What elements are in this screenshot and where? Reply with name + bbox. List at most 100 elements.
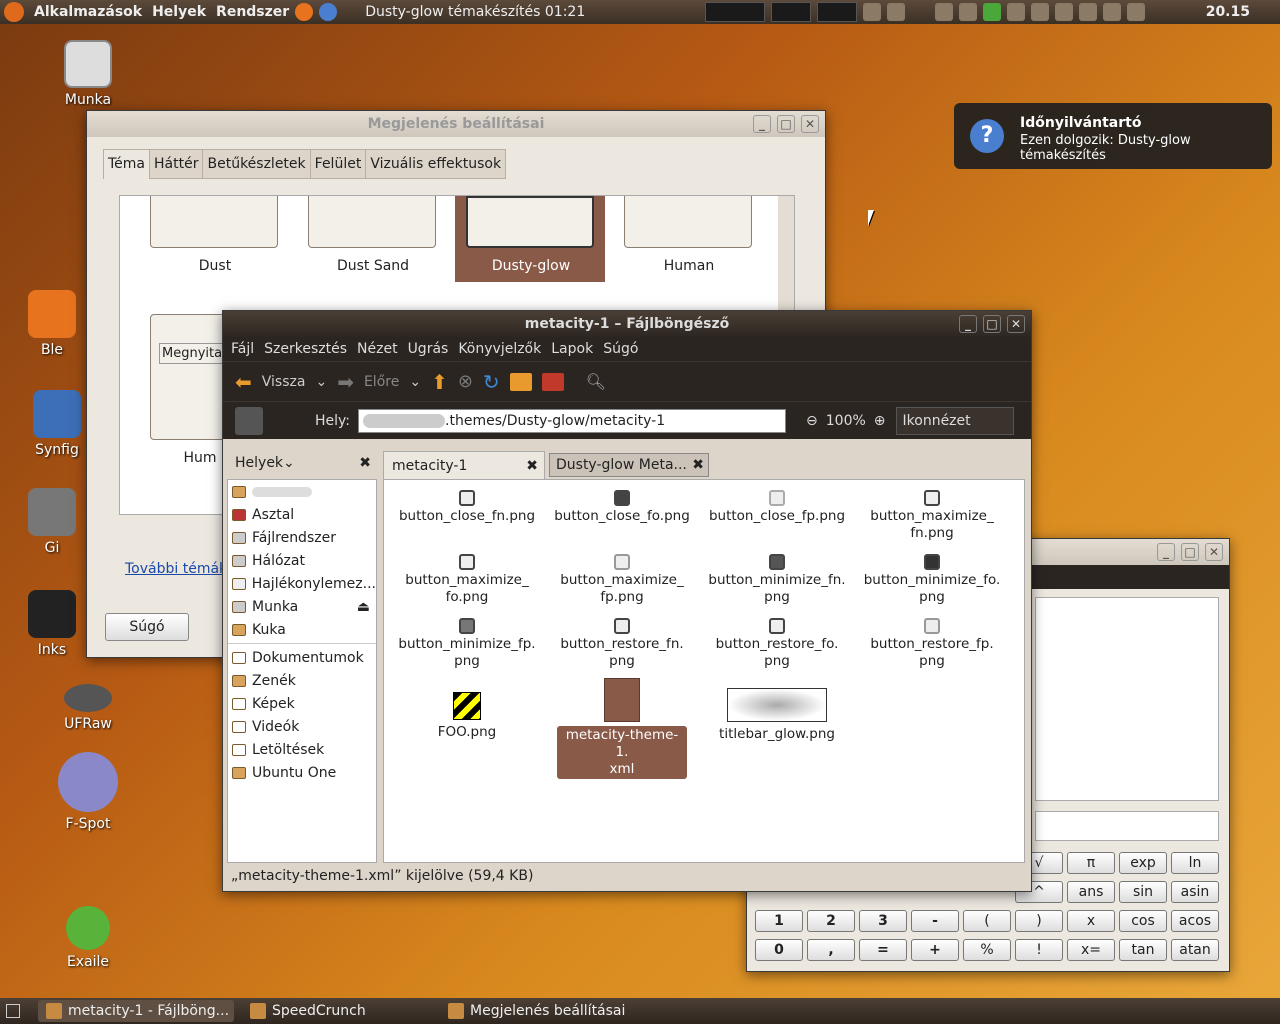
desktop-icon-blender[interactable]: Ble (12, 290, 92, 358)
play-icon[interactable] (983, 3, 1002, 21)
calc-btn-2[interactable]: 2 (807, 910, 855, 932)
tab-close-icon[interactable]: ✖ (526, 458, 538, 474)
sidebar-item-filesystem[interactable]: Fájlrendszer (228, 526, 376, 549)
tab-close-icon[interactable]: ✖ (692, 457, 704, 473)
bookmark-pictures[interactable]: Képek (228, 692, 376, 715)
calc-btn-cos[interactable]: cos (1119, 910, 1167, 932)
clock[interactable]: 20.15 (1206, 4, 1250, 20)
sidebar-item-floppy[interactable]: Hajlékonylemez... (228, 572, 376, 595)
location-input[interactable]: .themes/Dusty-glow/metacity-1 (358, 408, 787, 433)
taskbar-item-appearance[interactable]: Megjelenés beállításai (440, 1000, 640, 1022)
bookmark-documents[interactable]: Dokumentumok (228, 646, 376, 669)
calc-btn-0[interactable]: 0 (755, 939, 803, 961)
menu-system[interactable]: Rendszer (216, 4, 289, 20)
file-item[interactable]: button_maximize_ fn.png (857, 490, 1007, 542)
app-indicator-icon[interactable] (935, 3, 954, 21)
sidebar-item-home[interactable] (228, 480, 376, 503)
home-folder-icon[interactable] (509, 372, 532, 391)
calc-btn-rparen[interactable]: ) (1015, 910, 1063, 932)
maximize-icon[interactable]: □ (1181, 543, 1199, 561)
desktop-icon-munka[interactable]: Munka (38, 40, 138, 108)
desktop-icon-fspot[interactable]: F-Spot (38, 752, 138, 832)
menu-edit[interactable]: Szerkesztés (264, 341, 347, 357)
calc-btn-factorial[interactable]: ! (1015, 939, 1063, 961)
calc-btn-tan[interactable]: tan (1119, 939, 1167, 961)
desktop-icon-exaile[interactable]: Exaile (38, 906, 138, 970)
sidebar-item-desktop[interactable]: Asztal (228, 503, 376, 526)
menu-help[interactable]: Súgó (603, 341, 638, 357)
file-item[interactable]: button_close_fo.png (547, 490, 697, 525)
file-browser-titlebar[interactable]: metacity-1 – Fájlböngésző _ □ ✕ (223, 311, 1031, 337)
bookmark-downloads[interactable]: Letöltések (228, 738, 376, 761)
calc-btn-ln[interactable]: ln (1171, 852, 1219, 874)
zoom-in-icon[interactable]: ⊕ (874, 413, 886, 429)
stop-icon[interactable]: ⊗ (458, 371, 473, 392)
menu-places[interactable]: Helyek (152, 4, 206, 20)
taskbar-item-speedcrunch[interactable]: SpeedCrunch (242, 1000, 432, 1022)
bookmark-music[interactable]: Zenék (228, 669, 376, 692)
time-tracker-label[interactable]: Dusty-glow témakészítés 01:21 (365, 4, 585, 20)
network-tools-icon[interactable] (959, 3, 978, 21)
theme-thumb-dust-sand[interactable] (308, 196, 436, 248)
mail-icon[interactable] (1127, 3, 1146, 21)
desktop-icon-inkscape[interactable]: Inks (12, 590, 92, 658)
sidebar-item-network[interactable]: Hálózat (228, 549, 376, 572)
menu-go[interactable]: Ugrás (408, 341, 449, 357)
tab-metacity-1[interactable]: metacity-1 ✖ (383, 451, 545, 479)
file-item[interactable]: FOO.png (392, 692, 542, 741)
file-item[interactable]: button_minimize_fn. png (702, 554, 852, 606)
calc-btn-pi[interactable]: π (1067, 852, 1115, 874)
menu-applications[interactable]: Alkalmazások (34, 4, 142, 20)
theme-label-dusty-glow[interactable]: Dusty-glow (456, 258, 606, 274)
calc-btn-percent[interactable]: % (963, 939, 1011, 961)
tab-visual-effects[interactable]: Vizuális effektusok (365, 149, 507, 179)
theme-thumb-dust[interactable] (150, 196, 278, 248)
desktop-icon-gimp[interactable]: Gi (12, 488, 92, 556)
back-history-chevron-icon[interactable]: ⌄ (315, 374, 327, 390)
workspace-switcher-icon[interactable] (863, 3, 882, 21)
bookmark-videos[interactable]: Videók (228, 715, 376, 738)
calc-btn-1[interactable]: 1 (755, 910, 803, 932)
file-item[interactable]: button_close_fp.png (702, 490, 852, 525)
theme-thumb-human[interactable] (624, 196, 752, 248)
eject-icon[interactable]: ⏏ (357, 599, 370, 615)
file-item[interactable]: button_restore_fo. png (702, 618, 852, 670)
sidebar-item-trash[interactable]: Kuka (228, 618, 376, 641)
calc-btn-minus[interactable]: - (911, 910, 959, 932)
firefox-icon[interactable] (295, 3, 314, 21)
sidebar-close-icon[interactable]: ✖ (359, 455, 371, 471)
help-icon[interactable] (319, 3, 338, 21)
tab-dusty-glow-meta[interactable]: Dusty-glow Meta... ✖ (549, 453, 709, 477)
minimize-icon[interactable]: _ (753, 115, 771, 133)
ubuntu-logo-icon[interactable] (4, 2, 24, 22)
minimize-icon[interactable]: _ (959, 315, 977, 333)
reload-icon[interactable]: ↻ (483, 370, 500, 394)
sidebar-title[interactable]: Helyek (235, 455, 283, 471)
up-arrow-icon[interactable]: ⬆ (431, 370, 448, 394)
back-button[interactable]: Vissza (262, 374, 306, 390)
taskbar-item-file-browser[interactable]: metacity-1 - Fájlböng... (38, 1000, 234, 1022)
file-item[interactable]: button_minimize_fp. png (392, 618, 542, 670)
menu-file[interactable]: Fájl (231, 341, 254, 357)
bluetooth-icon[interactable] (1007, 3, 1026, 21)
view-mode-select[interactable]: Ikonnézet (895, 406, 1014, 435)
edit-location-icon[interactable] (235, 406, 263, 435)
calc-btn-ans[interactable]: ans (1067, 881, 1115, 903)
tab-theme[interactable]: Téma (103, 149, 151, 179)
bookmark-ubuntu-one[interactable]: Ubuntu One (228, 761, 376, 784)
close-icon[interactable]: ✕ (801, 115, 819, 133)
computer-icon[interactable] (541, 372, 564, 391)
calc-btn-plus[interactable]: + (911, 939, 959, 961)
file-item-selected[interactable]: metacity-theme-1. xml (547, 678, 697, 779)
calc-btn-exp[interactable]: exp (1119, 852, 1167, 874)
calc-btn-3[interactable]: 3 (859, 910, 907, 932)
file-item[interactable]: button_maximize_ fo.png (392, 554, 542, 606)
close-icon[interactable]: ✕ (1007, 315, 1025, 333)
help-button[interactable]: Súgó (105, 613, 189, 641)
calc-btn-asin[interactable]: asin (1171, 881, 1219, 903)
tab-background[interactable]: Háttér (149, 149, 204, 179)
forward-button[interactable]: Előre (364, 374, 399, 390)
calc-btn-comma[interactable]: , (807, 939, 855, 961)
close-icon[interactable]: ✕ (1205, 543, 1223, 561)
file-item[interactable]: button_restore_fn. png (547, 618, 697, 670)
